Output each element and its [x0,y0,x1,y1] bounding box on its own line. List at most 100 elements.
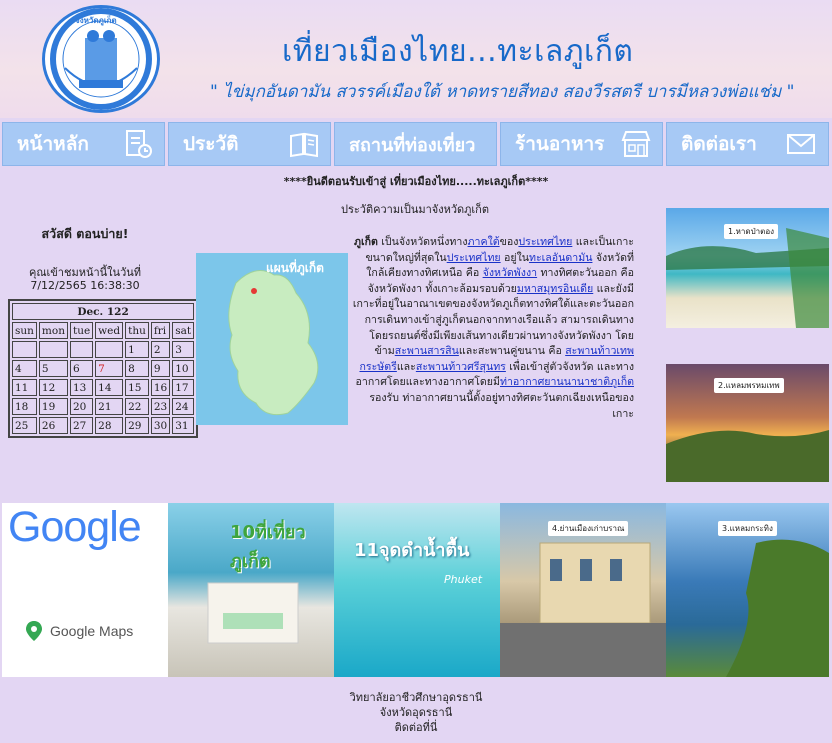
nav-restaurants[interactable]: ร้านอาหาร [500,122,663,166]
link-thailand-2[interactable]: ประเทศไทย [447,252,501,264]
calendar-day-cell [38,341,68,358]
calendar-day-cell [69,341,94,358]
footer-college: วิทยาลัยอาชีวศึกษาอุดรธานี [349,691,483,704]
google-logo: Google [8,503,142,551]
calendar-day-cell: 1 [125,341,149,358]
calendar-day-cell: 12 [38,379,68,396]
top10-phuket-photo[interactable]: 10ที่เที่ยวภูเก็ต [168,503,334,677]
calendar-day-cell: 7 [95,360,124,377]
calendar-day-cell: 2 [150,341,171,358]
calendar-header-row: sun mon tue wed thu fri sat [12,322,195,339]
promthep-cape-photo[interactable]: 2.แหลมพรหมเทพ [666,364,829,482]
calendar-day-cell: 26 [38,417,68,434]
photo-label: 4.ย่านเมืองเก่าบราณ [548,521,629,536]
calendar-week-row: 11 12 13 14 15 16 17 [12,379,195,396]
calendar-day-cell: 6 [69,360,94,377]
laem-krathing-photo[interactable]: 3.แหลมกระทิง [666,503,829,677]
day-header: tue [69,322,94,339]
greeting: สวัสดี ตอนบ่าย! [41,226,129,241]
link-srisoonthorn-bridge[interactable]: สะพานท้าวศรีสุนทร [416,361,506,373]
document-clock-icon [126,130,152,158]
link-phuket-airport[interactable]: ท่าอากาศยานนานาชาติภูเก็ต [500,376,634,388]
google-maps-tile[interactable]: Google Google Maps [2,503,168,677]
nav-contact-label: ติดต่อเรา [681,133,757,155]
snorkel-spots-photo[interactable]: 11จุดดำน้ำตื้น Phuket [334,503,500,677]
article-text: เป็นจังหวัดหนึ่งทาง [377,236,468,248]
site-slogan: " ไข่มุกอันดามัน สวรรค์เมืองใต้ หาดทรายส… [210,82,795,102]
calendar-day-cell: 14 [95,379,124,396]
article-text: ของ [499,236,519,248]
calendar-week-row: 25 26 27 28 29 30 31 [12,417,195,434]
calendar-caption: Dec. 122 [12,303,195,320]
calendar-week-row: 4 5 6 7 8 9 10 [12,360,195,377]
nav-restaurants-label: ร้านอาหาร [515,133,605,155]
nav-attractions-label: สถานที่ท่องเที่ยว [349,134,476,156]
day-header: fri [150,322,171,339]
link-phang-nga[interactable]: จังหวัดพังงา [483,267,537,279]
calendar-day-cell: 10 [172,360,195,377]
article-text: และ [396,360,416,373]
day-header: sat [172,322,195,339]
day-header: thu [125,322,149,339]
site-title: เที่ยวเมืองไทย...ทะเลภูเก็ต [282,34,634,69]
nav-contact[interactable]: ติดต่อเรา [666,122,829,166]
link-southern-region[interactable]: ภาคใต้ [468,236,500,248]
calendar-day-cell: 3 [172,341,195,358]
link-indian-ocean[interactable]: มหาสมุทรอินเดีย [517,283,593,295]
calendar-day-cell: 13 [69,379,94,396]
calendar-day-cell: 28 [95,417,124,434]
map-title: แผนที่ภูเก็ต [266,261,324,275]
calendar-day-cell: 25 [12,417,37,434]
article-text: รองรับ ท่าอากาศยานนี้ตั้งอยู่ทางทิศตะวัน… [369,391,634,420]
phuket-seal-logo: จังหวัดภูเก็ต [42,5,160,113]
calendar-day-cell: 29 [125,417,149,434]
day-header: sun [12,322,37,339]
store-icon [621,131,651,157]
calendar-day-cell: 23 [150,398,171,415]
calendar-day-cell: 9 [150,360,171,377]
snorkel-title: 11จุดดำน้ำตื้น [354,540,470,561]
article-lead: ภูเก็ต [353,236,378,248]
sidebar: สวัสดี ตอนบ่าย! คุณเข้าชมหน้านี้ในวันที่… [0,218,170,292]
article-body: ภูเก็ต เป็นจังหวัดหนึ่งทางภาคใต้ของประเท… [352,235,634,422]
article-heading: ประวัติความเป็นมาจังหวัดภูเก็ต [341,203,489,216]
footer-province: จังหวัดอุดรธานี [379,706,453,719]
calendar-day-cell: 8 [125,360,149,377]
link-thailand[interactable]: ประเทศไทย [518,236,572,248]
footer-contact-link[interactable]: ติดต่อที่นี่ [0,720,832,735]
day-header: wed [95,322,124,339]
calendar-day-cell: 20 [69,398,94,415]
calendar-day-cell: 18 [12,398,37,415]
book-icon [290,132,318,158]
calendar-day-cell: 11 [12,379,37,396]
article-text: อยู่ใน [500,251,529,264]
map-pin-icon [26,621,42,641]
nav-home[interactable]: หน้าหลัก [2,122,165,166]
photo-label: 2.แหลมพรหมเทพ [714,378,784,393]
old-town-photo[interactable]: 4.ย่านเมืองเก่าบราณ [500,503,666,677]
site-header: จังหวัดภูเก็ต เที่ยวเมืองไทย...ทะเลภูเก็… [0,0,832,118]
visit-timestamp: คุณเข้าชมหน้านี้ในวันที่ 7/12/2565 16:38… [28,266,142,292]
calendar-week-row: 18 19 20 21 22 23 24 [12,398,195,415]
calendar-week-row: 123 [12,341,195,358]
article-text: และสะพานคู่ขนาน คือ [458,345,566,358]
calendar-body: 1 2 3 4 5 6 7 8 9 10 11 12 13 14 15 16 17 18 19 20 21 22 23 24 2… [12,341,195,434]
photo-label: 3.แหลมกระทิง [718,521,777,536]
link-sarasin-bridge[interactable]: สะพานสารสิน [395,345,459,357]
calendar-day-cell: 16 [150,379,171,396]
calendar-day-cell: 22 [125,398,149,415]
calendar-day-cell: 19 [38,398,68,415]
calendar-day-cell [12,341,37,358]
footer: วิทยาลัยอาชีวศึกษาอุดรธานี จังหวัดอุดรธา… [0,690,832,735]
patong-beach-photo[interactable]: 1.หาดป่าตอง [666,208,829,328]
nav-home-label: หน้าหลัก [17,133,89,155]
calendar-day-cell: 21 [95,398,124,415]
link-andaman-sea[interactable]: ทะเลอันดามัน [529,252,592,264]
calendar-day-cell: 27 [69,417,94,434]
nav-attractions[interactable]: สถานที่ท่องเที่ยว [334,122,497,166]
mail-icon [787,134,815,154]
nav-history[interactable]: ประวัติ [168,122,331,166]
snorkel-subtitle: Phuket [444,573,483,586]
calendar-day-cell: 24 [172,398,195,415]
calendar-day-cell: 4 [12,360,37,377]
